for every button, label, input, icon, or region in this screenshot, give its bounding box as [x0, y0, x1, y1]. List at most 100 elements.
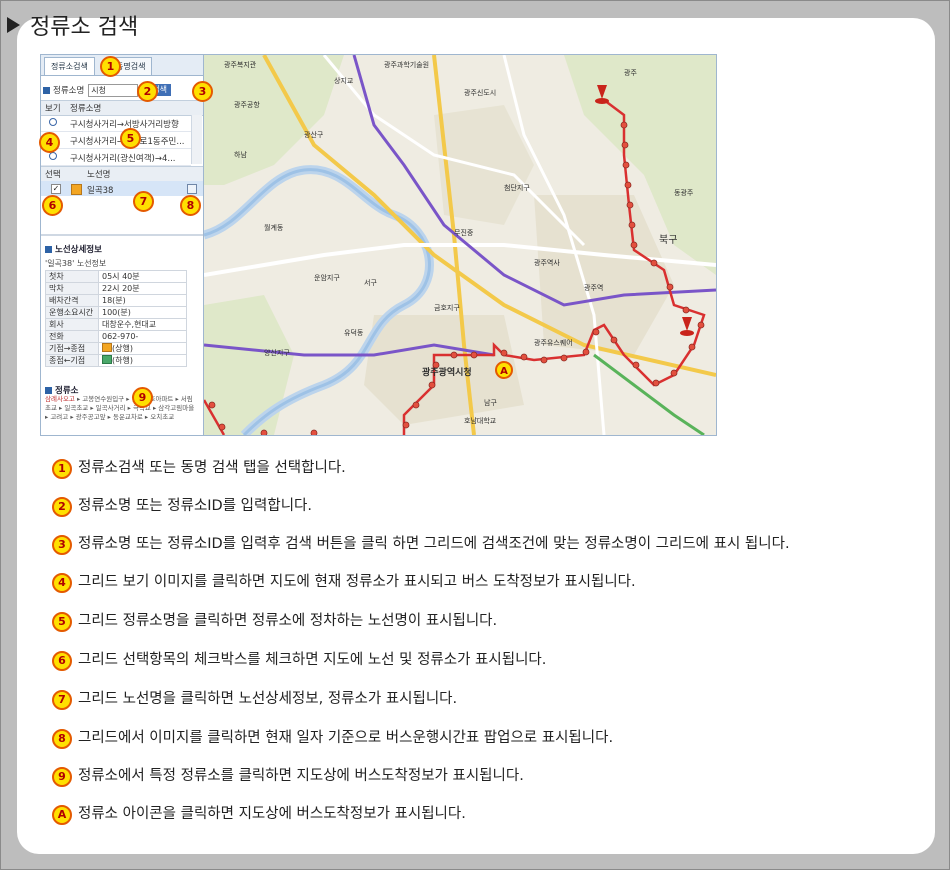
list-item: 1 정류소검색 또는 동명 검색 탭을 선택합니다. — [52, 457, 932, 479]
grid-header-stop-name: 정류소명 — [70, 104, 102, 114]
map-label: 서구 — [364, 278, 377, 287]
bus-icon — [71, 184, 82, 195]
list-text: 정류소명 또는 정류소ID를 입력후 검색 버튼을 클릭 하면 그리드에 검색조… — [78, 536, 790, 552]
bus-icon — [102, 343, 112, 352]
list-item: 8 그리드에서 이미지를 클릭하면 현재 일자 기준으로 버스운행시간표 팝업으로… — [52, 727, 932, 749]
map-label: 광주 — [624, 69, 637, 77]
route-row[interactable]: ✓ 일곡38 — [41, 181, 203, 196]
map-label: 무진중 — [454, 228, 474, 237]
page-title-row: 정류소 검색 — [7, 10, 138, 40]
list-badge: 6 — [52, 651, 72, 671]
list-item: 5 그리드 정류소명을 클릭하면 정류소에 정차하는 노선명이 표시됩니다. — [52, 610, 932, 632]
detail-key: 기점→종점 — [45, 342, 99, 355]
table-row: 막차 22시 20분 — [45, 282, 187, 295]
list-badge: 9 — [52, 767, 72, 787]
map-canvas[interactable]: 광주복지관 광주과학기술원 상지교 광주공항 광주신도시 광산구 하남 광주 북… — [202, 55, 716, 435]
grid-header-route-name: 노선명 — [87, 170, 111, 180]
map-label: 광주공항 — [234, 100, 260, 109]
search-label: 정류소명 — [53, 86, 85, 96]
stop-grid-header: 보기 정류소명 — [41, 100, 203, 116]
callout-badge-1: 1 — [100, 56, 121, 77]
table-row: 운행소요시간 100(분) — [45, 306, 187, 319]
list-badge: 3 — [52, 535, 72, 555]
table-row: 종점←기점 (하행) — [45, 354, 187, 367]
marker-letter: A — [500, 366, 508, 377]
direction-down[interactable]: (하행) — [112, 356, 133, 365]
detail-key: 회사 — [45, 318, 99, 331]
grid-header-view: 보기 — [45, 104, 61, 114]
grid-header-select: 선택 — [45, 170, 61, 180]
stop-name-input[interactable]: 시청 — [88, 83, 139, 97]
triangle-bullet-icon — [7, 17, 20, 33]
map-label: 하남 — [234, 150, 247, 159]
map-label: 월계동 — [264, 223, 284, 232]
magnifier-icon[interactable] — [49, 118, 57, 126]
stop-list[interactable]: 삼례사오고 ▸ 고봉연수원입구 ▸ 일곡삼호아파트 ▸ 서림초교 ▸ 일곡초교 … — [45, 395, 197, 422]
callout-badge-4: 4 — [39, 132, 60, 153]
detail-key: 운행소요시간 — [45, 306, 99, 319]
map-label: 광주역 — [584, 283, 603, 292]
table-row: 기점→종점 (상행) — [45, 342, 187, 355]
detail-key: 종점←기점 — [45, 354, 99, 367]
tab-stop-search[interactable]: 정류소검색 — [44, 57, 95, 75]
stop-name-cell[interactable]: 구시청사거리(광신여객)→4... — [70, 152, 175, 164]
map-label: 북구 — [659, 234, 677, 246]
list-item: 9 정류소에서 특정 정류소를 클릭하면 지도상에 버스도착정보가 표시됩니다. — [52, 765, 932, 787]
table-row: 배차간격 18(분) — [45, 294, 187, 307]
table-row: 첫차 05시 40분 — [45, 270, 187, 283]
direction-up[interactable]: (상행) — [112, 344, 133, 353]
map-label: 호남대학교 — [464, 416, 497, 425]
route-detail-title-text: 노선상세정보 — [55, 245, 102, 255]
map-label: 금호지구 — [434, 303, 460, 312]
table-row[interactable]: 구시청사거리→서방사거리방향 — [41, 115, 191, 132]
stop-link-first[interactable]: 삼례사오고 — [45, 395, 75, 403]
map-label: 동광주 — [674, 189, 694, 197]
list-badge: A — [52, 805, 72, 825]
map-label: 광주역사 — [534, 258, 560, 267]
bus-stop-a-marker[interactable]: A — [495, 361, 513, 379]
route-detail-title: 노선상세정보 — [45, 243, 102, 255]
grid-scrollbar[interactable] — [191, 115, 202, 164]
route-checkbox[interactable]: ✓ — [51, 184, 61, 194]
magnifier-icon[interactable] — [49, 152, 57, 160]
map-view[interactable]: 광주복지관 광주과학기술원 상지교 광주공항 광주신도시 광산구 하남 광주 북… — [202, 55, 716, 435]
search-tabs: 정류소검색 동명검색 — [41, 55, 203, 76]
list-text: 정류소검색 또는 동명 검색 탭을 선택합니다. — [78, 460, 346, 476]
callout-badge-9: 9 — [132, 387, 153, 408]
list-item: A 정류소 아이콘을 클릭하면 지도상에 버스도착정보가 표시됩니다. — [52, 803, 932, 825]
map-label: 첨단지구 — [504, 183, 530, 192]
map-label: 광주유스퀘어 — [534, 338, 573, 347]
list-badge: 4 — [52, 573, 72, 593]
list-text: 그리드 선택항목의 체크박스를 체크하면 지도에 노선 및 정류소가 표시됩니다… — [78, 652, 547, 668]
detail-value: (하행) — [98, 354, 187, 367]
detail-value: 100(분) — [98, 306, 187, 319]
square-bullet-icon — [45, 386, 52, 394]
list-text: 그리드 노선명을 클릭하면 노선상세정보, 정류소가 표시됩니다. — [78, 691, 458, 707]
table-row[interactable]: 구시청사거리→금남로1동주민... — [41, 132, 191, 149]
table-row[interactable]: 구시청사거리(광신여객)→4... — [41, 149, 191, 166]
list-text: 정류소에서 특정 정류소를 클릭하면 지도상에 버스도착정보가 표시됩니다. — [78, 768, 524, 784]
callout-badge-7: 7 — [133, 191, 154, 212]
list-item: 7 그리드 노선명을 클릭하면 노선상세정보, 정류소가 표시됩니다. — [52, 688, 932, 710]
list-text: 그리드 보기 이미지를 클릭하면 지도에 현재 정류소가 표시되고 버스 도착정… — [78, 574, 636, 590]
map-label: 남구 — [484, 398, 497, 407]
bus-icon — [102, 355, 112, 364]
timetable-icon[interactable] — [187, 184, 197, 194]
map-label: 광주신도시 — [464, 88, 496, 97]
search-panel: 정류소검색 동명검색 정류소명 시청 검색 보기 정류소명 구시청사거리→서방사… — [41, 55, 204, 435]
callout-badge-5: 5 — [120, 128, 141, 149]
detail-key: 첫차 — [45, 270, 99, 283]
stop-name-cell[interactable]: 구시청사거리→서방사거리방향 — [70, 118, 179, 130]
route-name-cell[interactable]: 일곡38 — [87, 184, 113, 196]
list-item: 2 정류소명 또는 정류소ID를 입력합니다. — [52, 495, 932, 517]
list-badge: 8 — [52, 729, 72, 749]
list-item: 3 정류소명 또는 정류소ID를 입력후 검색 버튼을 클릭 하면 그리드에 검색… — [52, 533, 932, 555]
detail-value: 대창운수,현대교 — [98, 318, 187, 331]
map-label: 유덕동 — [344, 328, 364, 337]
list-badge: 1 — [52, 459, 72, 479]
callout-badge-8: 8 — [180, 195, 201, 216]
list-text: 그리드에서 이미지를 클릭하면 현재 일자 기준으로 버스운행시간표 팝업으로 … — [78, 730, 614, 746]
list-text: 그리드 정류소명을 클릭하면 정류소에 정차하는 노선명이 표시됩니다. — [78, 613, 498, 629]
list-badge: 7 — [52, 690, 72, 710]
list-item: 4 그리드 보기 이미지를 클릭하면 지도에 현재 정류소가 표시되고 버스 도착… — [52, 571, 932, 593]
